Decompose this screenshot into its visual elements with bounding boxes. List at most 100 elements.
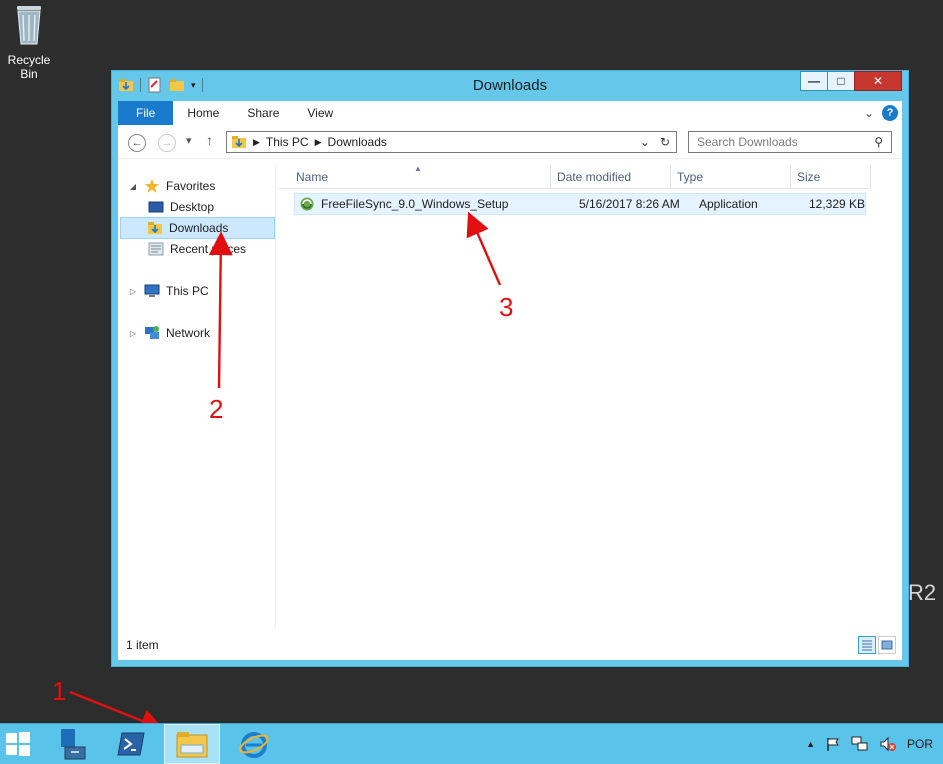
ribbon-tabs: File Home Share View ⌄ ?: [118, 101, 902, 125]
back-button[interactable]: ←: [128, 134, 146, 152]
nav-item-recent-places[interactable]: Recent places: [148, 238, 246, 260]
network-status-icon[interactable]: [851, 736, 869, 752]
up-button[interactable]: ↑: [206, 132, 213, 148]
address-actions: ⌄ ↻: [640, 135, 676, 149]
nav-item-this-pc[interactable]: ▷ This PC: [128, 280, 209, 302]
breadcrumb-this-pc[interactable]: This PC: [266, 135, 309, 149]
nav-item-network[interactable]: ▷ Network: [128, 322, 210, 344]
recycle-bin-label: Recycle Bin: [7, 53, 51, 81]
close-button[interactable]: ✕: [854, 71, 902, 91]
recent-places-icon: [148, 242, 164, 256]
column-headers: ▲ Name Date modified Type Size: [278, 164, 871, 189]
breadcrumb-separator-icon: ▶: [253, 136, 260, 147]
file-type: Application: [699, 197, 758, 211]
annotation-number-2: 2: [209, 394, 224, 424]
nav-item-favorites[interactable]: ◢ Favorites: [128, 175, 215, 197]
nav-item-downloads[interactable]: Downloads: [120, 217, 275, 239]
tab-share[interactable]: Share: [233, 101, 293, 125]
tab-file[interactable]: File: [118, 101, 174, 125]
breadcrumb-downloads[interactable]: Downloads: [328, 135, 387, 149]
nav-label: Network: [166, 326, 211, 340]
minimize-button[interactable]: —: [800, 71, 828, 91]
annotation-number-1: 1: [52, 676, 67, 706]
taskbar-powershell[interactable]: [103, 724, 159, 764]
maximize-button[interactable]: □: [827, 71, 855, 91]
collapse-icon[interactable]: ◢: [128, 182, 138, 191]
search-icon[interactable]: ⚲: [874, 135, 883, 149]
annotation-number-3: 3: [499, 292, 514, 322]
show-hidden-icons-icon[interactable]: ▲: [806, 739, 815, 749]
taskbar: ▲ POR: [0, 723, 943, 764]
os-watermark: R2: [908, 580, 937, 605]
item-count: 1 item: [126, 638, 159, 652]
search-input[interactable]: Search Downloads ⚲: [688, 131, 892, 153]
downloads-folder-icon: [232, 136, 246, 148]
file-date: 5/16/2017 8:26 AM: [579, 197, 680, 211]
input-language[interactable]: POR: [907, 737, 933, 751]
details-view-icon: [862, 640, 872, 651]
installer-icon: [300, 197, 314, 211]
file-size: 12,329 KB: [809, 197, 866, 211]
desktop-icon: [148, 201, 164, 213]
taskbar-file-explorer[interactable]: [164, 724, 220, 764]
network-icon: [145, 326, 159, 339]
nav-label: Recent places: [170, 242, 247, 256]
tab-home[interactable]: Home: [173, 101, 233, 125]
refresh-icon[interactable]: ↻: [660, 135, 670, 149]
internet-explorer-icon: [239, 732, 269, 758]
file-list: ▲ Name Date modified Type Size FreeFileS…: [278, 164, 902, 628]
taskbar-server-manager[interactable]: [42, 724, 98, 764]
nav-label: Desktop: [170, 200, 215, 214]
large-icons-view-icon: [881, 640, 893, 650]
expand-ribbon-icon[interactable]: ⌄: [864, 106, 874, 120]
file-name: FreeFileSync_9.0_Windows_Setup: [321, 197, 509, 211]
explorer-window: ▾ Downloads — □ ✕ File Home Share View ⌄…: [111, 70, 909, 667]
ribbon-right: ⌄ ?: [864, 101, 902, 125]
sort-ascending-icon: ▲: [414, 164, 422, 173]
system-tray: ▲ POR: [806, 724, 933, 764]
forward-button[interactable]: →: [158, 134, 176, 152]
server-manager-icon: [61, 729, 86, 760]
recycle-bin-icon: [17, 6, 41, 45]
action-center-flag-icon[interactable]: [825, 736, 841, 752]
column-header-name[interactable]: ▲ Name: [278, 164, 551, 189]
downloads-folder-icon: [148, 222, 162, 234]
expand-icon[interactable]: ▷: [128, 287, 138, 296]
file-explorer-icon: [176, 732, 208, 758]
column-header-size[interactable]: Size: [791, 165, 871, 189]
column-header-date[interactable]: Date modified: [551, 165, 671, 189]
large-icons-view-button[interactable]: [878, 636, 896, 654]
explorer-client: ← → ▾ ↑ ▶ This PC ▶ Downloads ⌄ ↻ Search…: [118, 125, 902, 660]
powershell-icon: [117, 732, 145, 756]
star-icon: [145, 179, 159, 193]
breadcrumb-separator-icon: ▶: [314, 136, 322, 147]
window-title: Downloads: [472, 77, 548, 94]
file-row[interactable]: FreeFileSync_9.0_Windows_Setup 5/16/2017…: [294, 193, 866, 215]
tab-view[interactable]: View: [293, 101, 347, 125]
address-row: ← → ▾ ↑ ▶ This PC ▶ Downloads ⌄ ↻ Search…: [118, 125, 902, 159]
navigation-pane: ◢ Favorites Desktop Downloads Recent pla…: [118, 165, 276, 628]
details-view-button[interactable]: [858, 636, 876, 654]
title-bar[interactable]: ▾ Downloads — □ ✕: [112, 71, 908, 99]
column-header-type[interactable]: Type: [671, 165, 791, 189]
recent-locations-button[interactable]: ▾: [186, 134, 192, 147]
status-bar: 1 item: [118, 630, 902, 660]
volume-muted-icon[interactable]: [879, 736, 897, 752]
nav-label: Downloads: [169, 221, 229, 235]
start-button[interactable]: [0, 724, 36, 764]
nav-label: Favorites: [166, 179, 216, 193]
computer-icon: [144, 284, 160, 297]
window-controls: — □ ✕: [800, 71, 902, 91]
column-header-label: Name: [296, 170, 329, 184]
nav-label: This PC: [166, 284, 209, 298]
address-dropdown-icon[interactable]: ⌄: [640, 135, 650, 149]
recycle-bin[interactable]: Recycle Bin: [0, 2, 58, 81]
taskbar-internet-explorer[interactable]: [226, 724, 282, 764]
help-icon[interactable]: ?: [882, 105, 898, 121]
view-switcher: [858, 636, 902, 654]
windows-logo-icon: [6, 732, 30, 756]
expand-icon[interactable]: ▷: [128, 329, 138, 338]
address-bar[interactable]: ▶ This PC ▶ Downloads ⌄ ↻: [226, 131, 677, 153]
search-placeholder: Search Downloads: [697, 135, 798, 149]
nav-item-desktop[interactable]: Desktop: [148, 196, 214, 218]
